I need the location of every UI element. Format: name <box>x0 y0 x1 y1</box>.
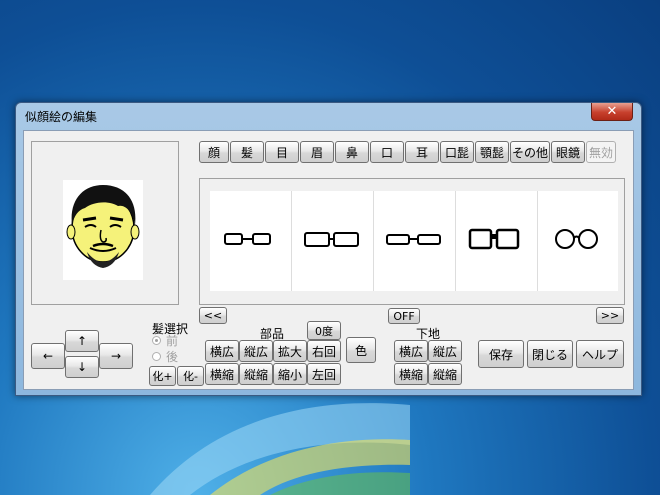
base-vwiden-button[interactable]: 縦広 <box>428 340 462 362</box>
tab-mustache[interactable]: 口髭 <box>440 141 474 163</box>
base-toggle-button[interactable]: OFF <box>388 308 420 324</box>
desktop-wallpaper-swirl <box>150 403 410 495</box>
tab-eyes[interactable]: 目 <box>265 141 299 163</box>
close-window-button[interactable]: ✕ <box>591 103 633 121</box>
move-right-button[interactable]: → <box>99 343 133 369</box>
parts-rotate-left-button[interactable]: 左回 <box>307 363 341 385</box>
glasses-option-3[interactable] <box>374 191 456 291</box>
base-widen-button[interactable]: 横広 <box>394 340 428 362</box>
window-title: 似顔絵の編集 <box>25 110 98 124</box>
palette-next-button[interactable]: >> <box>596 307 624 324</box>
tab-mouth[interactable]: 口 <box>370 141 404 163</box>
parts-palette-panel <box>199 178 625 305</box>
face-preview-image <box>63 180 143 280</box>
parts-enlarge-button[interactable]: 拡大 <box>273 340 307 362</box>
glasses-option-5[interactable] <box>538 191 619 291</box>
base-vnarrow-button[interactable]: 縦縮 <box>428 363 462 385</box>
hair-back-label: 後 <box>166 350 179 364</box>
glasses-option-4[interactable] <box>456 191 538 291</box>
move-left-button[interactable]: ← <box>31 343 65 369</box>
parts-widen-button[interactable]: 横広 <box>205 340 239 362</box>
base-narrow-button[interactable]: 横縮 <box>394 363 428 385</box>
parts-vwiden-button[interactable]: 縦広 <box>239 340 273 362</box>
palette-prev-button[interactable]: << <box>199 307 227 324</box>
close-button[interactable]: 閉じる <box>527 340 573 368</box>
move-up-button[interactable]: ↑ <box>65 330 99 352</box>
parts-color-button[interactable]: 色 <box>346 337 376 363</box>
glasses-option-2[interactable] <box>292 191 374 291</box>
save-button[interactable]: 保存 <box>478 340 524 368</box>
hair-minus-button[interactable]: 化- <box>177 366 204 386</box>
parts-palette <box>210 191 618 291</box>
parts-vnarrow-button[interactable]: 縦縮 <box>239 363 273 385</box>
hair-front-label: 前 <box>166 334 179 348</box>
hair-back-radio[interactable] <box>152 352 161 361</box>
tab-hair[interactable]: 髪 <box>230 141 264 163</box>
help-button[interactable]: ヘルプ <box>576 340 624 368</box>
tab-eyebrows[interactable]: 眉 <box>300 141 334 163</box>
glasses-option-1[interactable] <box>210 191 292 291</box>
face-preview-panel <box>31 141 179 305</box>
tab-nose[interactable]: 鼻 <box>335 141 369 163</box>
tab-beard[interactable]: 顎髭 <box>475 141 509 163</box>
title-bar[interactable]: 似顔絵の編集 ✕ <box>16 103 641 127</box>
rotation-degree-button[interactable]: 0度 <box>307 321 341 340</box>
move-down-button[interactable]: ↓ <box>65 356 99 378</box>
caricature-editor-window: 似顔絵の編集 ✕ 顔 髪 目 眉 鼻 口 耳 口髭 顎髭 その他 眼鏡 無効 <… <box>15 102 642 396</box>
hair-plus-button[interactable]: 化+ <box>149 366 176 386</box>
editor-client-area: 顔 髪 目 眉 鼻 口 耳 口髭 顎髭 その他 眼鏡 無効 << >> ↑ ← … <box>23 130 634 390</box>
parts-rotate-right-button[interactable]: 右回 <box>307 340 341 362</box>
tab-ears[interactable]: 耳 <box>405 141 439 163</box>
parts-narrow-button[interactable]: 横縮 <box>205 363 239 385</box>
tab-glasses[interactable]: 眼鏡 <box>551 141 585 163</box>
tab-disabled: 無効 <box>586 141 616 163</box>
parts-shrink-button[interactable]: 縮小 <box>273 363 307 385</box>
tab-other[interactable]: その他 <box>510 141 550 163</box>
tab-face[interactable]: 顔 <box>199 141 229 163</box>
hair-front-radio[interactable] <box>152 336 161 345</box>
